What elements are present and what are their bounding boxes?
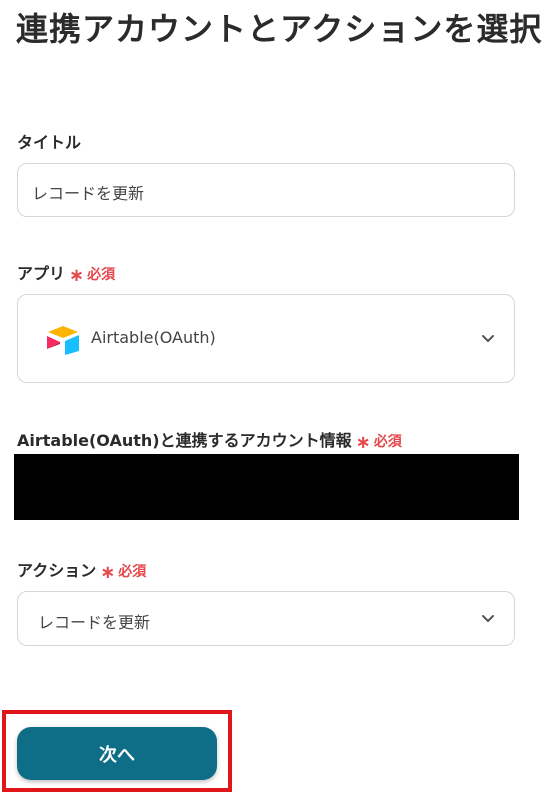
account-label-text: Airtable(OAuth)と連携するアカウント情報 — [17, 431, 352, 450]
account-field-label: Airtable(OAuth)と連携するアカウント情報 ∗ 必須 — [17, 427, 402, 453]
title-input[interactable]: レコードを更新 — [17, 163, 515, 217]
title-field-label: タイトル — [17, 129, 81, 153]
app-field-label: アプリ ∗ 必須 — [17, 260, 115, 286]
account-required-badge: ∗ 必須 — [355, 432, 402, 453]
chevron-down-icon[interactable] — [480, 331, 496, 347]
action-field-label: アクション ∗ 必須 — [17, 557, 146, 583]
next-button-label: 次へ — [99, 744, 135, 766]
action-label-text: アクション — [17, 561, 97, 580]
app-required-badge: ∗ 必須 — [69, 265, 116, 286]
page-title: 連携アカウントとアクションを選択 — [16, 10, 543, 48]
next-button[interactable]: 次へ — [17, 727, 217, 780]
title-input-value: レコードを更新 — [32, 184, 145, 203]
app-select-value: Airtable(OAuth) — [91, 328, 216, 347]
action-select-value: レコードを更新 — [38, 613, 151, 632]
account-select-redacted[interactable] — [14, 454, 519, 520]
action-select[interactable]: レコードを更新 — [17, 591, 515, 646]
airtable-logo-icon — [47, 326, 79, 355]
title-label-text: タイトル — [17, 133, 82, 152]
chevron-down-icon[interactable] — [480, 611, 496, 627]
app-label-text: アプリ — [17, 264, 66, 283]
app-select[interactable]: Airtable(OAuth) — [17, 294, 515, 383]
action-required-badge: ∗ 必須 — [100, 562, 147, 583]
